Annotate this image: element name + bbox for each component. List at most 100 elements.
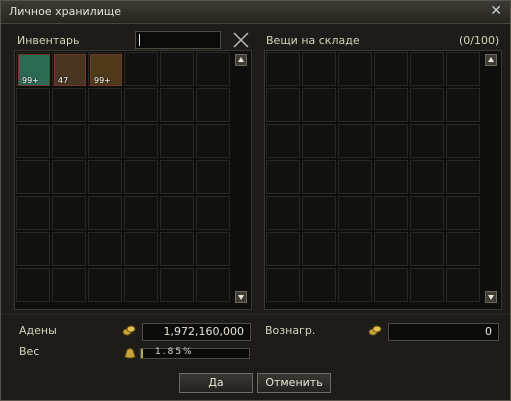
warehouse-slot[interactable] — [410, 124, 444, 158]
title-bar[interactable]: Личное хранилище ✕ — [1, 1, 510, 24]
inventory-slot[interactable] — [196, 268, 230, 302]
golden-crystal-item[interactable]: 47 — [54, 54, 86, 86]
warehouse-slot[interactable] — [338, 232, 372, 266]
cancel-button[interactable]: Отменить — [257, 373, 331, 393]
warehouse-slot[interactable] — [266, 88, 300, 122]
warehouse-slot[interactable] — [446, 52, 480, 86]
inventory-slot[interactable] — [16, 232, 50, 266]
warehouse-label: Вещи на складе — [266, 34, 360, 47]
inventory-slot[interactable] — [88, 196, 122, 230]
warehouse-slot[interactable] — [410, 160, 444, 194]
warehouse-slot[interactable] — [374, 232, 408, 266]
inventory-slot[interactable] — [124, 268, 158, 302]
inventory-slot[interactable] — [16, 124, 50, 158]
warehouse-slot[interactable] — [374, 160, 408, 194]
warehouse-slot[interactable] — [266, 232, 300, 266]
green-orb-item[interactable]: 99+ — [18, 54, 50, 86]
inventory-slot[interactable] — [88, 232, 122, 266]
inventory-slot[interactable] — [16, 196, 50, 230]
inventory-slot[interactable] — [160, 268, 194, 302]
warehouse-slot[interactable] — [266, 160, 300, 194]
inventory-slot[interactable] — [124, 196, 158, 230]
inventory-slot[interactable] — [124, 160, 158, 194]
warehouse-slot[interactable] — [302, 196, 336, 230]
warehouse-slot[interactable] — [374, 196, 408, 230]
warehouse-slot[interactable] — [446, 232, 480, 266]
warehouse-slot[interactable] — [446, 88, 480, 122]
warehouse-slot[interactable] — [302, 160, 336, 194]
warehouse-slot[interactable] — [266, 196, 300, 230]
inventory-slot[interactable] — [124, 88, 158, 122]
inventory-slot[interactable] — [124, 124, 158, 158]
inventory-slot[interactable]: 99+ — [16, 52, 50, 86]
warehouse-slot[interactable] — [338, 88, 372, 122]
inventory-slot[interactable] — [160, 124, 194, 158]
inventory-slot[interactable] — [160, 88, 194, 122]
warehouse-slot[interactable] — [374, 124, 408, 158]
warehouse-slot[interactable] — [374, 88, 408, 122]
inventory-slot[interactable] — [52, 160, 86, 194]
search-input[interactable] — [135, 31, 221, 49]
inventory-slot[interactable]: 47 — [52, 52, 86, 86]
inventory-slot[interactable] — [88, 160, 122, 194]
inventory-grid: 99+ 47 99+ — [16, 52, 230, 302]
inventory-slot[interactable] — [16, 268, 50, 302]
inventory-slot[interactable] — [52, 232, 86, 266]
inventory-slot[interactable] — [196, 124, 230, 158]
warehouse-scroll-down-button[interactable] — [485, 291, 497, 303]
inventory-slot[interactable] — [52, 124, 86, 158]
inventory-slot[interactable] — [88, 268, 122, 302]
inventory-slot[interactable] — [196, 88, 230, 122]
inventory-slot[interactable] — [88, 88, 122, 122]
warehouse-slot[interactable] — [302, 268, 336, 302]
warehouse-slot[interactable] — [266, 52, 300, 86]
inventory-slot[interactable] — [196, 196, 230, 230]
warehouse-slot[interactable] — [446, 196, 480, 230]
warehouse-slot[interactable] — [302, 232, 336, 266]
inventory-scroll-up-button[interactable] — [235, 54, 247, 66]
inventory-slot[interactable] — [88, 124, 122, 158]
inventory-slot[interactable] — [160, 232, 194, 266]
warehouse-slot[interactable] — [266, 268, 300, 302]
inventory-slot[interactable] — [196, 160, 230, 194]
warehouse-slot[interactable] — [446, 268, 480, 302]
warehouse-slot[interactable] — [446, 160, 480, 194]
inventory-scroll-down-button[interactable] — [235, 291, 247, 303]
warehouse-slot[interactable] — [302, 88, 336, 122]
warehouse-slot[interactable] — [338, 124, 372, 158]
warehouse-slot[interactable] — [266, 124, 300, 158]
inventory-slot[interactable] — [196, 232, 230, 266]
close-icon[interactable]: ✕ — [490, 3, 502, 19]
warehouse-slot[interactable] — [410, 88, 444, 122]
inventory-slot[interactable] — [52, 88, 86, 122]
inventory-slot[interactable] — [160, 196, 194, 230]
inventory-slot[interactable] — [52, 268, 86, 302]
inventory-slot[interactable] — [16, 160, 50, 194]
warehouse-slot[interactable] — [374, 52, 408, 86]
warehouse-slot[interactable] — [302, 124, 336, 158]
inventory-slot[interactable] — [16, 88, 50, 122]
inventory-slot[interactable] — [124, 232, 158, 266]
inventory-slot[interactable] — [160, 52, 194, 86]
warehouse-slot[interactable] — [410, 268, 444, 302]
warehouse-slot[interactable] — [410, 196, 444, 230]
inventory-slot[interactable] — [52, 196, 86, 230]
warehouse-slot[interactable] — [338, 196, 372, 230]
warehouse-slot[interactable] — [338, 160, 372, 194]
warehouse-scroll-up-button[interactable] — [485, 54, 497, 66]
inventory-slot[interactable] — [160, 160, 194, 194]
inventory-slot[interactable] — [196, 52, 230, 86]
warehouse-slot[interactable] — [302, 52, 336, 86]
clear-search-icon[interactable] — [231, 30, 251, 50]
warehouse-slot[interactable] — [338, 268, 372, 302]
arrow-down-icon — [488, 295, 494, 300]
inventory-slot[interactable]: 99+ — [88, 52, 122, 86]
warehouse-slot[interactable] — [410, 232, 444, 266]
gold-ore-item[interactable]: 99+ — [90, 54, 122, 86]
warehouse-slot[interactable] — [410, 52, 444, 86]
warehouse-slot[interactable] — [374, 268, 408, 302]
warehouse-slot[interactable] — [446, 124, 480, 158]
inventory-slot[interactable] — [124, 52, 158, 86]
warehouse-slot[interactable] — [338, 52, 372, 86]
ok-button[interactable]: Да — [179, 373, 253, 393]
